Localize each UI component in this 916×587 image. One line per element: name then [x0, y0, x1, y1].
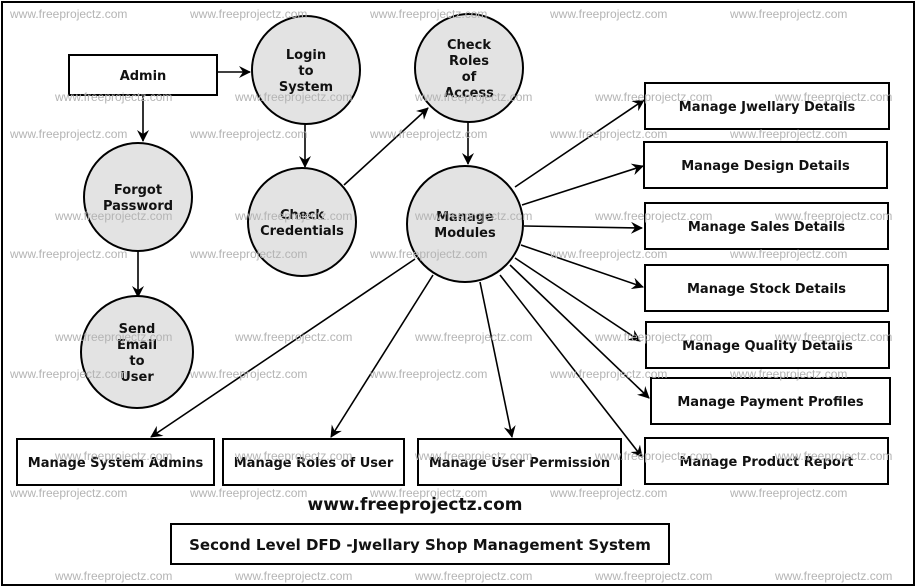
module-label: Manage Design Details: [681, 159, 850, 174]
process-label: System: [279, 80, 333, 95]
module-system-admins: Manage System Admins: [16, 438, 215, 486]
process-label: Password: [103, 199, 173, 214]
data-flows: [132, 66, 650, 458]
process-label: Login: [286, 48, 326, 63]
module-stock: Manage Stock Details: [644, 264, 889, 312]
flow-manage-modules-to-jwellary: [514, 99, 645, 188]
flow-manage-modules-to-stock: [520, 244, 644, 290]
dfd-diagram: LogintoSystemCheckRolesofAccessForgotPas…: [16, 13, 891, 565]
process-login: LogintoSystem: [251, 15, 361, 125]
process-label: Modules: [434, 226, 496, 241]
module-quality: Manage Quality Details: [645, 321, 890, 369]
process-check-roles: CheckRolesofAccess: [414, 13, 524, 123]
module-payment: Manage Payment Profiles: [650, 377, 891, 425]
process-label: Email: [117, 338, 157, 353]
module-sales: Manage Sales Details: [644, 202, 889, 250]
entity-label: Admin: [120, 69, 167, 84]
flow-manage-modules-to-roles-user: [330, 274, 434, 438]
process-label: Forgot: [114, 183, 162, 198]
module-label: Manage Jwellary Details: [679, 100, 856, 115]
module-roles-user: Manage Roles of User: [222, 438, 405, 486]
process-label: Access: [444, 86, 494, 101]
process-label: to: [298, 64, 313, 79]
module-label: Manage Stock Details: [687, 282, 846, 297]
process-check-cred: CheckCredentials: [247, 167, 357, 277]
module-label: Manage User Permission: [429, 456, 610, 471]
diagram-title: Second Level DFD -Jwellary Shop Manageme…: [189, 536, 651, 554]
process-manage-modules: ManageModules: [406, 165, 524, 283]
process-send-email: SendEmailtoUser: [80, 295, 194, 409]
process-label: User: [120, 370, 154, 385]
process-label: to: [129, 354, 144, 369]
module-label: Manage Roles of User: [234, 456, 394, 471]
footer: www.freeprojectz.com Second Level DFD -J…: [170, 495, 670, 565]
process-forgot: ForgotPassword: [83, 142, 193, 252]
flow-manage-modules-to-design: [521, 163, 644, 206]
module-design: Manage Design Details: [643, 141, 888, 189]
process-label: Send: [119, 322, 156, 337]
flow-manage-modules-to-user-permission: [479, 281, 516, 438]
entity-admin: Admin: [68, 54, 218, 96]
module-label: Manage System Admins: [28, 456, 204, 471]
nodes: LogintoSystemCheckRolesofAccessForgotPas…: [16, 13, 891, 486]
process-label: Check: [280, 208, 324, 223]
module-label: Manage Quality Details: [682, 339, 853, 354]
site-label: www.freeprojectz.com: [308, 495, 523, 515]
flow-manage-modules-to-sales: [523, 221, 643, 234]
module-label: Manage Sales Details: [688, 220, 846, 235]
process-label: Credentials: [260, 224, 344, 239]
flow-check-cred-to-check-roles: [343, 107, 429, 186]
process-label: Manage: [436, 210, 494, 225]
module-label: Manage Product Report: [680, 455, 854, 470]
process-label: of: [462, 70, 477, 85]
module-label: Manage Payment Profiles: [677, 395, 864, 410]
module-jwellary: Manage Jwellary Details: [644, 82, 890, 130]
flow-manage-modules-to-product-report: [499, 274, 643, 458]
module-product-report: Manage Product Report: [644, 437, 889, 485]
process-label: Check: [447, 38, 491, 53]
process-label: Roles: [449, 54, 489, 69]
module-user-permission: Manage User Permission: [417, 438, 622, 486]
